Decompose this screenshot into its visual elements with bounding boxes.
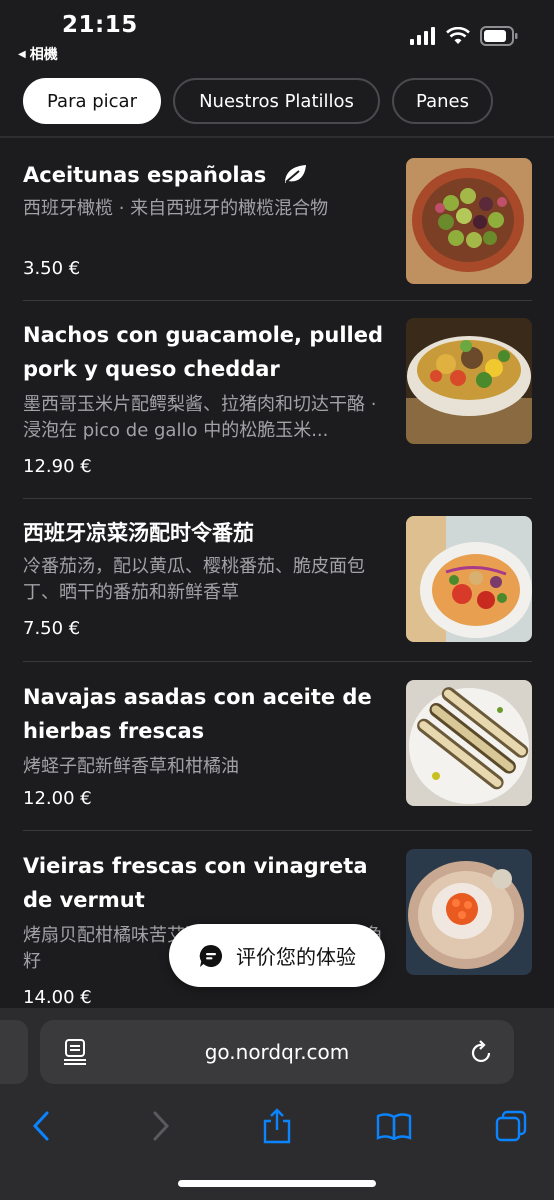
- browser-toolbar: [0, 1096, 554, 1156]
- item-title: Vieiras frescas con vinagreta de vermut: [23, 854, 368, 912]
- rate-experience-button[interactable]: 评价您的体验: [169, 924, 385, 987]
- home-indicator: [178, 1180, 376, 1187]
- menu-item-gazpacho[interactable]: 西班牙凉菜汤配时令番茄 冷番茄汤，配以黄瓜、樱桃番茄、脆皮面包丁、晒干的番茄和新…: [23, 516, 532, 642]
- item-description: 西班牙橄榄 · 来自西班牙的橄榄混合物: [23, 198, 329, 219]
- menu-item-aceitunas[interactable]: Aceitunas españolas 西班牙橄榄 · 来自西班牙的橄榄混合物 …: [23, 158, 532, 284]
- divider: [23, 830, 532, 831]
- bookmarks-icon: [376, 1113, 412, 1140]
- nachos-photo: [406, 318, 532, 444]
- back-to-app-button[interactable]: ◀ 相機: [18, 44, 58, 64]
- share-icon: [263, 1108, 291, 1144]
- address-bar[interactable]: go.nordqr.com: [40, 1020, 514, 1084]
- category-tabs: Para picar Nuestros Platillos Panes: [0, 66, 554, 138]
- previous-tab-peek[interactable]: [0, 1020, 28, 1084]
- bookmarks-button[interactable]: [364, 1096, 424, 1156]
- chat-bubble-icon: [199, 944, 223, 967]
- rate-experience-label: 评价您的体验: [236, 945, 356, 969]
- divider: [23, 498, 532, 499]
- url-text: go.nordqr.com: [204, 1040, 350, 1064]
- forward-icon: [153, 1111, 170, 1141]
- item-title: Aceitunas españolas: [23, 158, 391, 192]
- back-app-label: 相機: [29, 47, 58, 63]
- share-button[interactable]: [247, 1096, 307, 1156]
- item-title: Nachos con guacamole, pulled pork y ques…: [23, 323, 383, 381]
- menu-item-nachos[interactable]: Nachos con guacamole, pulled pork y ques…: [23, 318, 532, 478]
- olives-photo: [406, 158, 532, 284]
- wifi-icon: [446, 27, 470, 44]
- tab-nuestros-platillos[interactable]: Nuestros Platillos: [173, 78, 380, 124]
- back-triangle-icon: ◀: [18, 48, 26, 60]
- gazpacho-photo: [406, 516, 532, 642]
- item-description: 冷番茄汤，配以黄瓜、樱桃番茄、脆皮面包丁、晒干的番茄和新鲜香草: [23, 556, 365, 603]
- scallop-photo: [406, 849, 532, 975]
- item-price: 14.00 €: [23, 987, 92, 1008]
- leaf-icon: [284, 165, 306, 183]
- back-button[interactable]: [11, 1096, 71, 1156]
- item-price: 12.90 €: [23, 456, 92, 477]
- tab-panes[interactable]: Panes: [392, 78, 493, 124]
- tabs-icon: [495, 1110, 527, 1142]
- menu-item-navajas[interactable]: Navajas asadas con aceite de hierbas fre…: [23, 680, 532, 809]
- item-title: 西班牙凉菜汤配时令番茄: [23, 521, 254, 545]
- tab-para-picar[interactable]: Para picar: [23, 78, 161, 124]
- razor-clams-photo: [406, 680, 532, 806]
- item-price: 7.50 €: [23, 618, 81, 639]
- signal-icon: [410, 27, 435, 45]
- divider: [23, 661, 532, 662]
- clock: 21:15: [62, 12, 138, 38]
- tabs-button[interactable]: [481, 1096, 541, 1156]
- reload-icon[interactable]: [470, 1039, 494, 1065]
- item-description: 烤蛏子配新鲜香草和柑橘油: [23, 756, 239, 777]
- forward-button[interactable]: [131, 1096, 191, 1156]
- back-icon: [32, 1111, 49, 1141]
- divider: [23, 300, 532, 301]
- browser-bottom-bar: go.nordqr.com: [0, 1008, 554, 1200]
- item-price: 3.50 €: [23, 258, 81, 279]
- battery-icon: [480, 26, 518, 46]
- item-description: 墨西哥玉米片配鳄梨酱、拉猪肉和切达干酪 · 浸泡在 pico de gallo …: [23, 394, 377, 441]
- status-bar: 21:15 ◀ 相機: [0, 0, 554, 66]
- item-title: Navajas asadas con aceite de hierbas fre…: [23, 685, 372, 743]
- item-price: 12.00 €: [23, 788, 92, 809]
